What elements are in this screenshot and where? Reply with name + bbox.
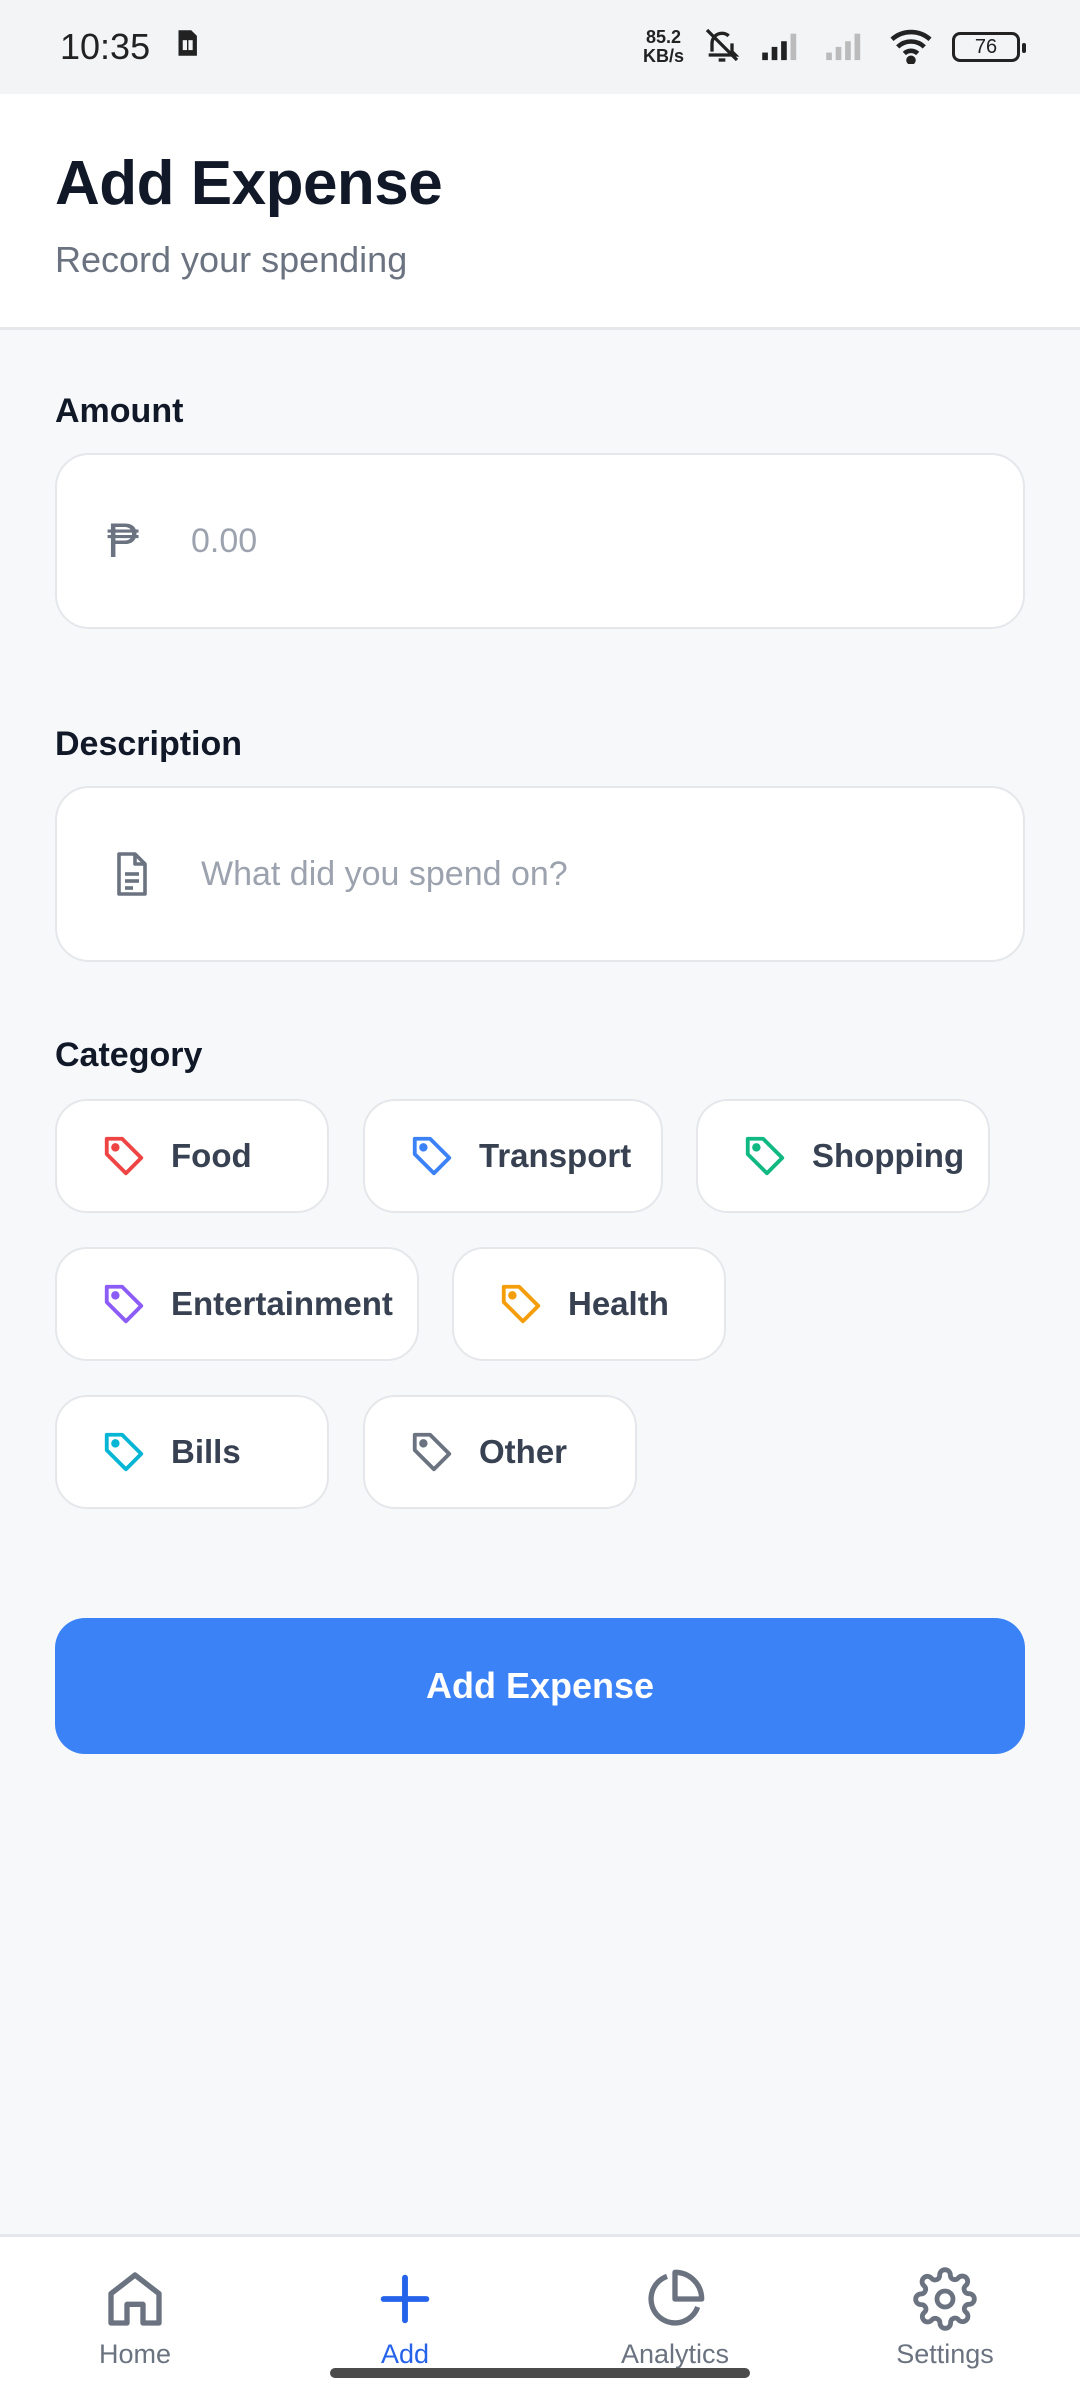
gear-icon [913, 2267, 977, 2331]
category-chip-bills[interactable]: Bills [55, 1395, 329, 1509]
nav-label-analytics: Analytics [620, 2339, 730, 2369]
status-right: 85.2 KB/s 76 [643, 25, 1026, 70]
tag-icon [104, 1284, 144, 1324]
tag-icon [104, 1432, 144, 1472]
battery-indicator: 76 [952, 32, 1026, 62]
category-chip-other[interactable]: Other [363, 1395, 637, 1509]
category-chip-food[interactable]: Food [55, 1099, 329, 1213]
page-header: Add Expense Record your spending [0, 94, 1080, 330]
nav-item-analytics[interactable]: Analytics [575, 2267, 775, 2370]
category-label: Category [55, 1036, 203, 1074]
category-label-entertainment: Entertainment [171, 1285, 393, 1322]
category-chip-entertainment[interactable]: Entertainment [55, 1247, 419, 1361]
home-icon [108, 2272, 162, 2326]
nav-label-settings: Settings [896, 2339, 994, 2369]
network-speed-unit: KB/s [642, 46, 684, 66]
bell-muted-icon [702, 25, 742, 70]
category-label-other: Other [479, 1433, 568, 1470]
page-title: Add Expense [55, 149, 443, 218]
tag-icon [745, 1136, 785, 1176]
tag-icon [412, 1432, 452, 1472]
wifi-icon [888, 26, 934, 69]
category-chip-shopping[interactable]: Shopping [696, 1099, 990, 1213]
sim-icon [170, 26, 204, 69]
category-label-food: Food [171, 1137, 252, 1174]
nav-item-add[interactable]: Add [305, 2267, 505, 2370]
tag-icon [501, 1284, 541, 1324]
nav-label-home: Home [98, 2339, 172, 2369]
signal-icon [760, 28, 806, 67]
network-speed: 85.2 KB/s [643, 28, 684, 66]
amount-label: Amount [55, 392, 184, 430]
status-bar: 10:35 85.2 KB/s 76 [0, 0, 1080, 94]
status-left: 10:35 [60, 26, 204, 69]
add-expense-button[interactable]: Add Expense [55, 1618, 1025, 1754]
plus-icon [380, 2274, 430, 2324]
pie-chart-icon [648, 2269, 705, 2326]
category-label-transport: Transport [479, 1137, 632, 1174]
nav-item-settings[interactable]: Settings [845, 2267, 1045, 2370]
network-speed-value: 85.2 [645, 27, 682, 47]
nav-label-add: Add [380, 2339, 430, 2369]
expense-form: Amount ₱ Description Category Food Trans… [55, 330, 1025, 1519]
description-label: Description [55, 725, 243, 763]
home-indicator[interactable] [330, 2368, 750, 2378]
status-time: 10:35 [60, 26, 151, 67]
nav-item-home[interactable]: Home [35, 2267, 235, 2370]
amount-input[interactable] [191, 521, 951, 561]
amount-field[interactable]: ₱ [55, 453, 1025, 629]
battery-level: 76 [974, 35, 998, 58]
tag-icon [412, 1136, 452, 1176]
tag-icon [104, 1136, 144, 1176]
category-list: Food Transport Shopping Entertainment He… [55, 1099, 1025, 1519]
peso-icon: ₱ [107, 514, 140, 568]
signal-icon-2 [824, 28, 870, 67]
category-chip-transport[interactable]: Transport [363, 1099, 663, 1213]
document-icon [107, 847, 201, 901]
category-chip-health[interactable]: Health [452, 1247, 726, 1361]
category-label-shopping: Shopping [812, 1137, 965, 1174]
page-subtitle: Record your spending [55, 239, 408, 280]
category-label-bills: Bills [171, 1433, 241, 1470]
description-input[interactable] [201, 854, 961, 894]
category-label-health: Health [568, 1285, 669, 1322]
description-field[interactable] [55, 786, 1025, 962]
